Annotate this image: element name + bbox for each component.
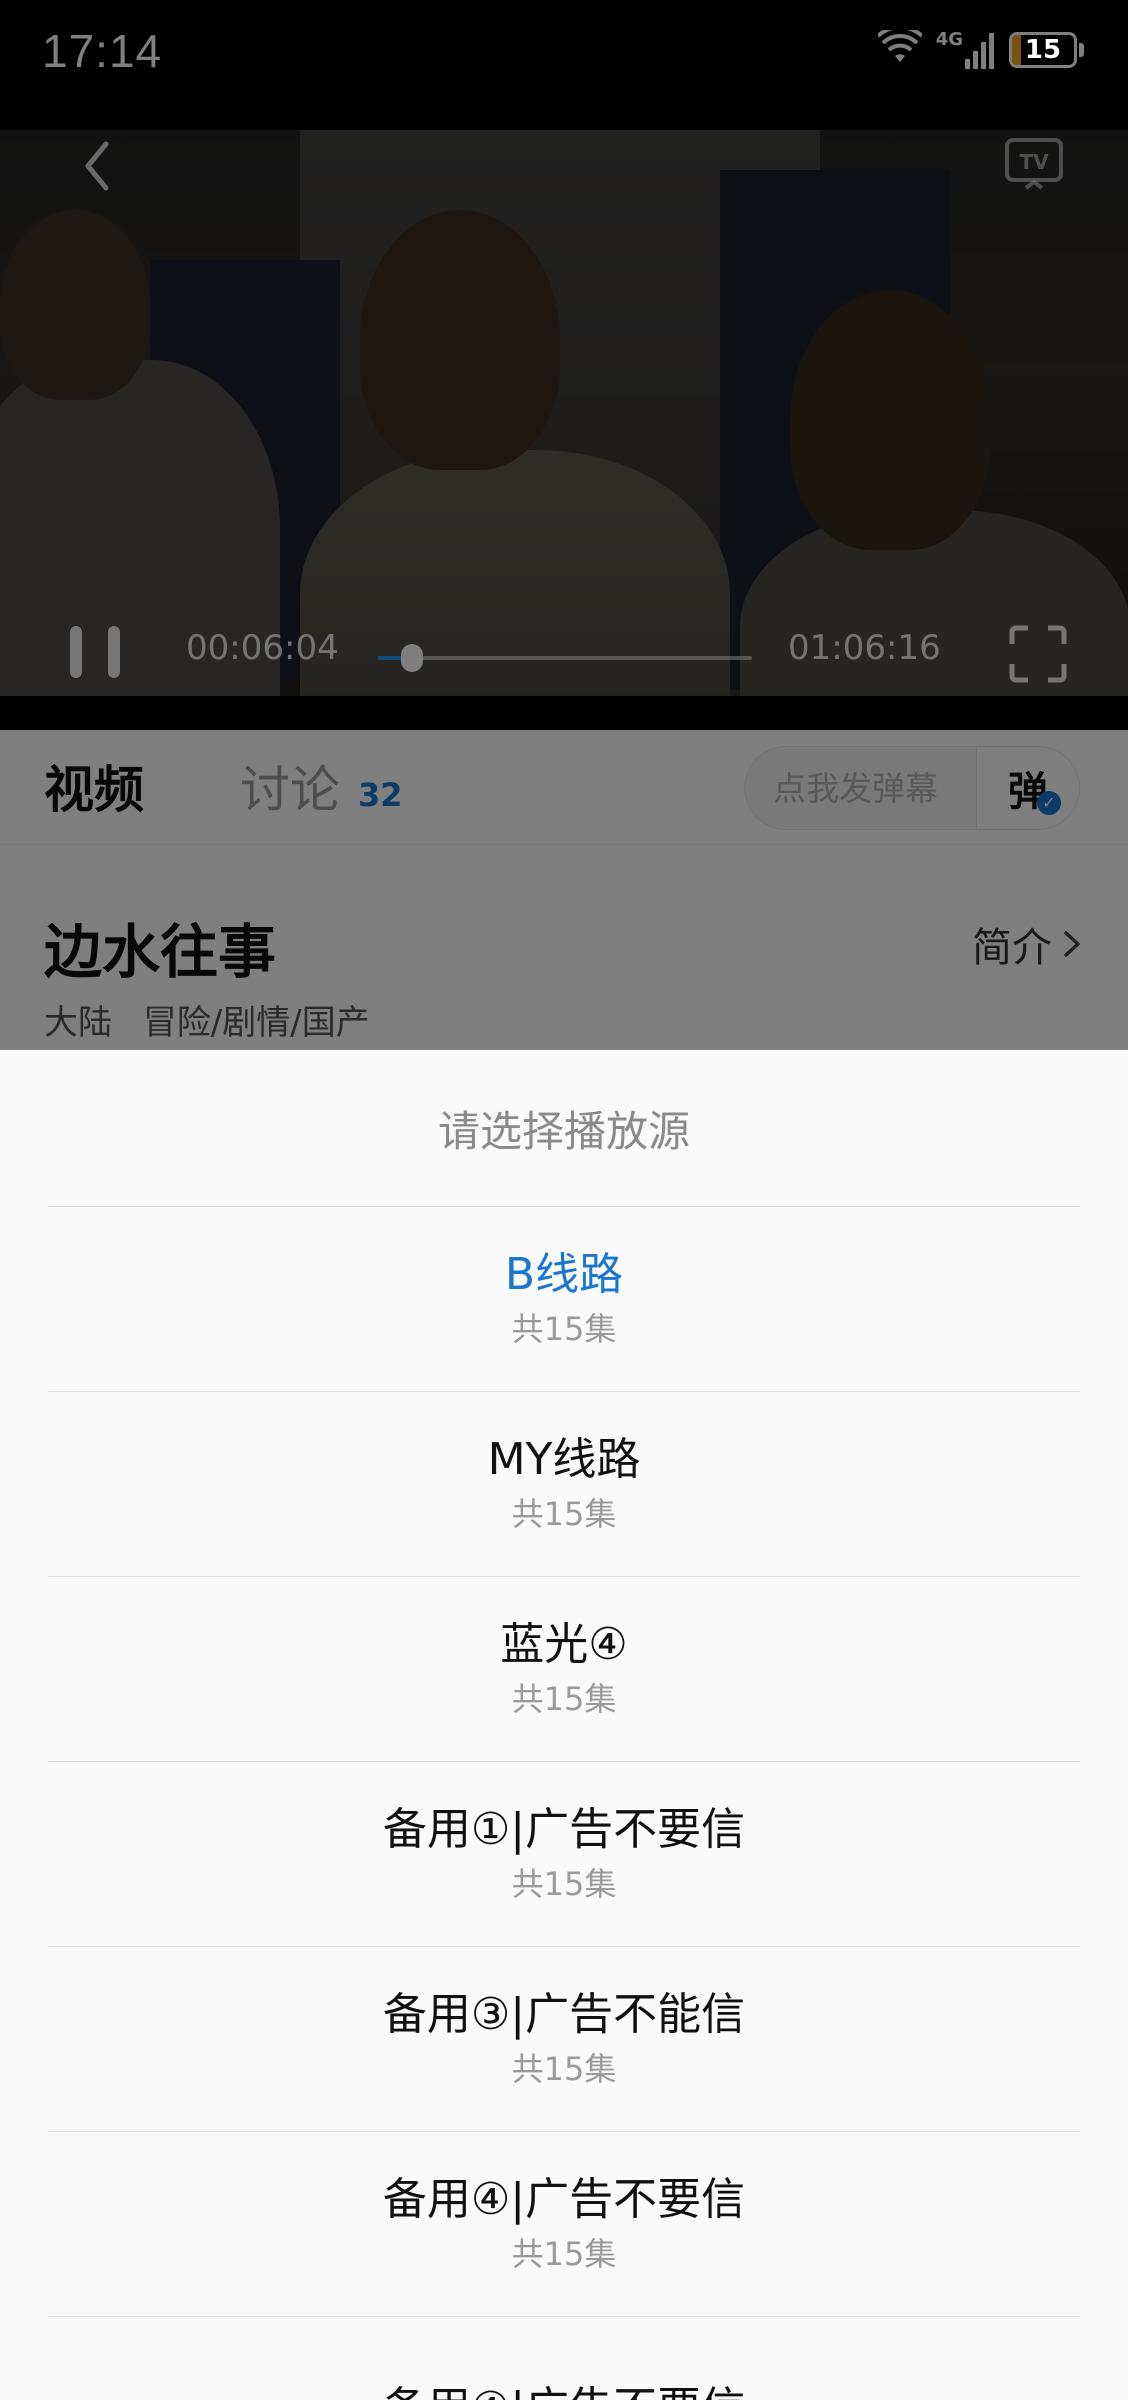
source-name: 蓝光④ <box>500 1619 628 1670</box>
source-item[interactable]: 备用①|广告不要信共15集 <box>48 1762 1080 1947</box>
source-episode-count: 共15集 <box>511 1865 617 1903</box>
source-picker-sheet: 请选择播放源 B线路 共15集 MY线路 共15集 蓝光④ 共15集 备用①|广告不要信 共1… <box>0 1050 1128 2400</box>
source-name: MY线路 <box>487 1434 641 1485</box>
source-name: B线路 <box>504 1249 624 1300</box>
source-episode-count: 共15集 <box>511 2050 617 2088</box>
source-item[interactable]: B线路共15集 <box>48 1207 1080 1392</box>
source-list: B线路 共15集 MY线路 共15集 蓝光④ 共15集 备用①|广告不要信 共15集 备用③|广… <box>48 1207 1080 2400</box>
source-episode-count: 共15集 <box>511 1495 617 1533</box>
sheet-title: 请选择播放源 <box>437 1106 690 1156</box>
source-item[interactable]: MY线路共15集 <box>48 1392 1080 1577</box>
source-item[interactable]: 备用④|广告不要信 <box>48 2317 1080 2400</box>
source-name: 备用④|广告不要信 <box>382 2174 746 2225</box>
source-item[interactable]: 蓝光④ 共15集 <box>48 1577 1080 1762</box>
modal-backdrop[interactable] <box>0 0 1128 1050</box>
source-name: 备用③|广告不能信 <box>382 1989 746 2040</box>
source-episode-count: 共15集 <box>511 2235 617 2273</box>
source-episode-count: 共15集 <box>511 1680 617 1718</box>
source-episode-count: 共15集 <box>511 1310 617 1348</box>
source-item[interactable]: 备用③|广告不能信共15集 <box>48 1947 1080 2132</box>
source-name: 备用①|广告不要信 <box>382 1804 746 1855</box>
source-item[interactable]: 备用④|广告不要信共15集 <box>48 2132 1080 2317</box>
source-name: 备用④|广告不要信 <box>383 2381 745 2400</box>
battery-level: 15 <box>1024 35 1062 65</box>
